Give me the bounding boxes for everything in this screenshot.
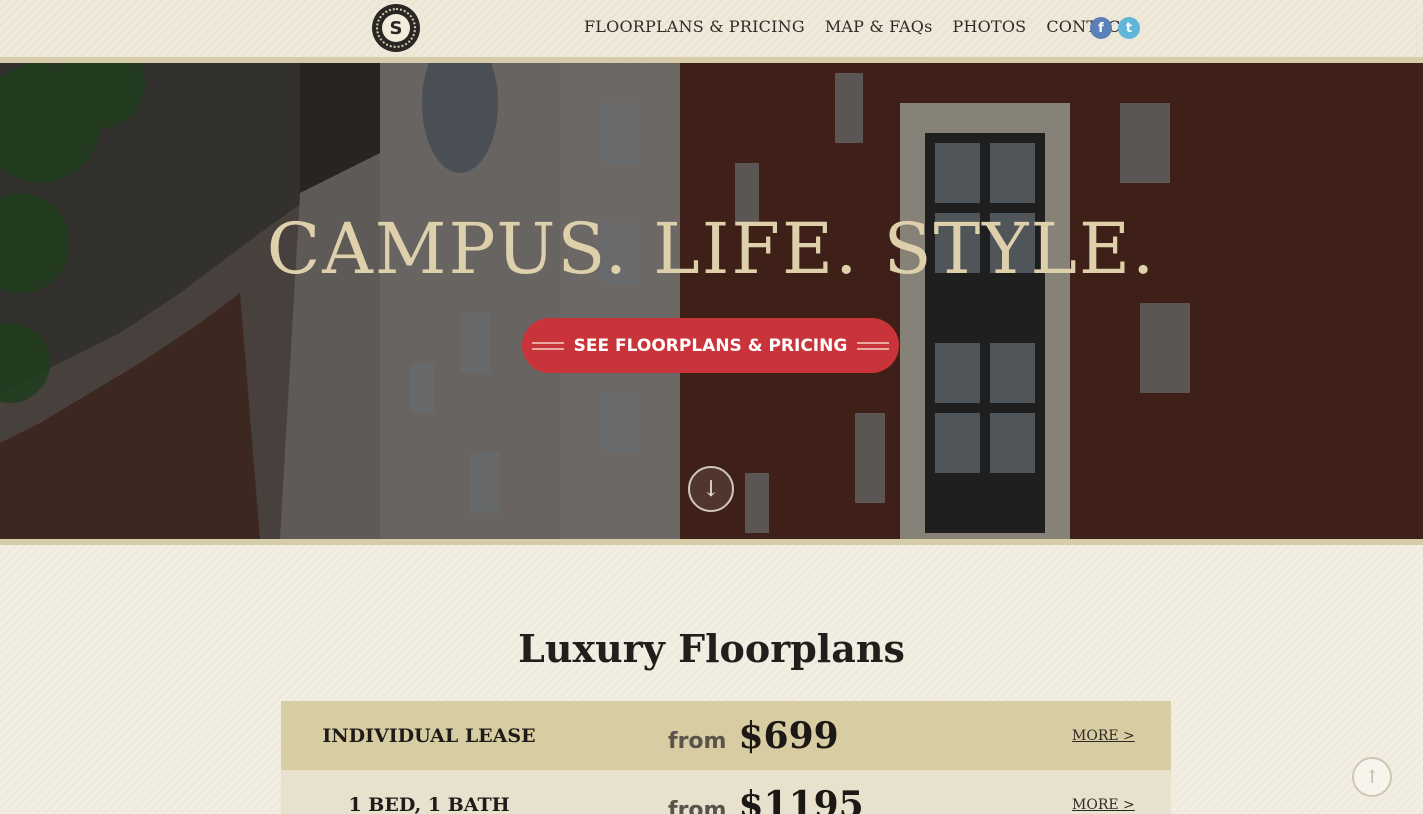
back-to-top-icon[interactable]: ↑ xyxy=(1352,757,1392,797)
social-links: f t xyxy=(1090,17,1140,39)
nav-map-faqs[interactable]: MAP & FAQs xyxy=(825,17,933,36)
floorplans-title: Luxury Floorplans xyxy=(518,626,905,671)
hero-bottom-border xyxy=(0,539,1423,545)
cta-right-ornament xyxy=(857,341,890,350)
price-amount: $699 xyxy=(738,714,839,757)
plan-name: 1 BED, 1 BATH xyxy=(348,793,510,814)
price-from-label: from xyxy=(668,728,727,754)
plan-name: INDIVIDUAL LEASE xyxy=(322,724,536,747)
hero-banner: CAMPUS. LIFE. STYLE. SEE FLOORPLANS & PR… xyxy=(0,63,1423,539)
cta-left-ornament xyxy=(531,341,564,350)
floorplan-row[interactable]: INDIVIDUAL LEASE from $699 MORE > xyxy=(281,701,1171,770)
nav-floorplans-pricing[interactable]: FLOORPLANS & PRICING xyxy=(584,17,805,36)
floorplan-row[interactable]: 1 BED, 1 BATH from $1195 MORE > xyxy=(281,770,1171,814)
site-logo[interactable]: S xyxy=(372,4,420,52)
price-amount: $1195 xyxy=(738,783,864,814)
nav-photos[interactable]: PHOTOS xyxy=(953,17,1027,36)
cta-label: SEE FLOORPLANS & PRICING xyxy=(573,335,848,356)
logo-ring: S xyxy=(376,8,416,48)
more-link[interactable]: MORE > xyxy=(1072,797,1135,813)
plan-price: from $1195 xyxy=(668,784,864,814)
twitter-icon[interactable]: t xyxy=(1118,17,1140,39)
hero-title: CAMPUS. LIFE. STYLE. xyxy=(266,208,1157,290)
site-header: S FLOORPLANS & PRICING MAP & FAQs PHOTOS… xyxy=(0,0,1423,63)
see-floorplans-button[interactable]: SEE FLOORPLANS & PRICING xyxy=(522,318,899,373)
logo-letter: S xyxy=(382,14,410,42)
facebook-icon[interactable]: f xyxy=(1090,17,1112,39)
price-from-label: from xyxy=(668,797,727,814)
scroll-down-icon[interactable]: ↓ xyxy=(688,466,734,512)
main-nav: FLOORPLANS & PRICING MAP & FAQs PHOTOS C… xyxy=(584,17,1151,36)
more-link[interactable]: MORE > xyxy=(1072,728,1135,744)
plan-price: from $699 xyxy=(668,715,839,757)
